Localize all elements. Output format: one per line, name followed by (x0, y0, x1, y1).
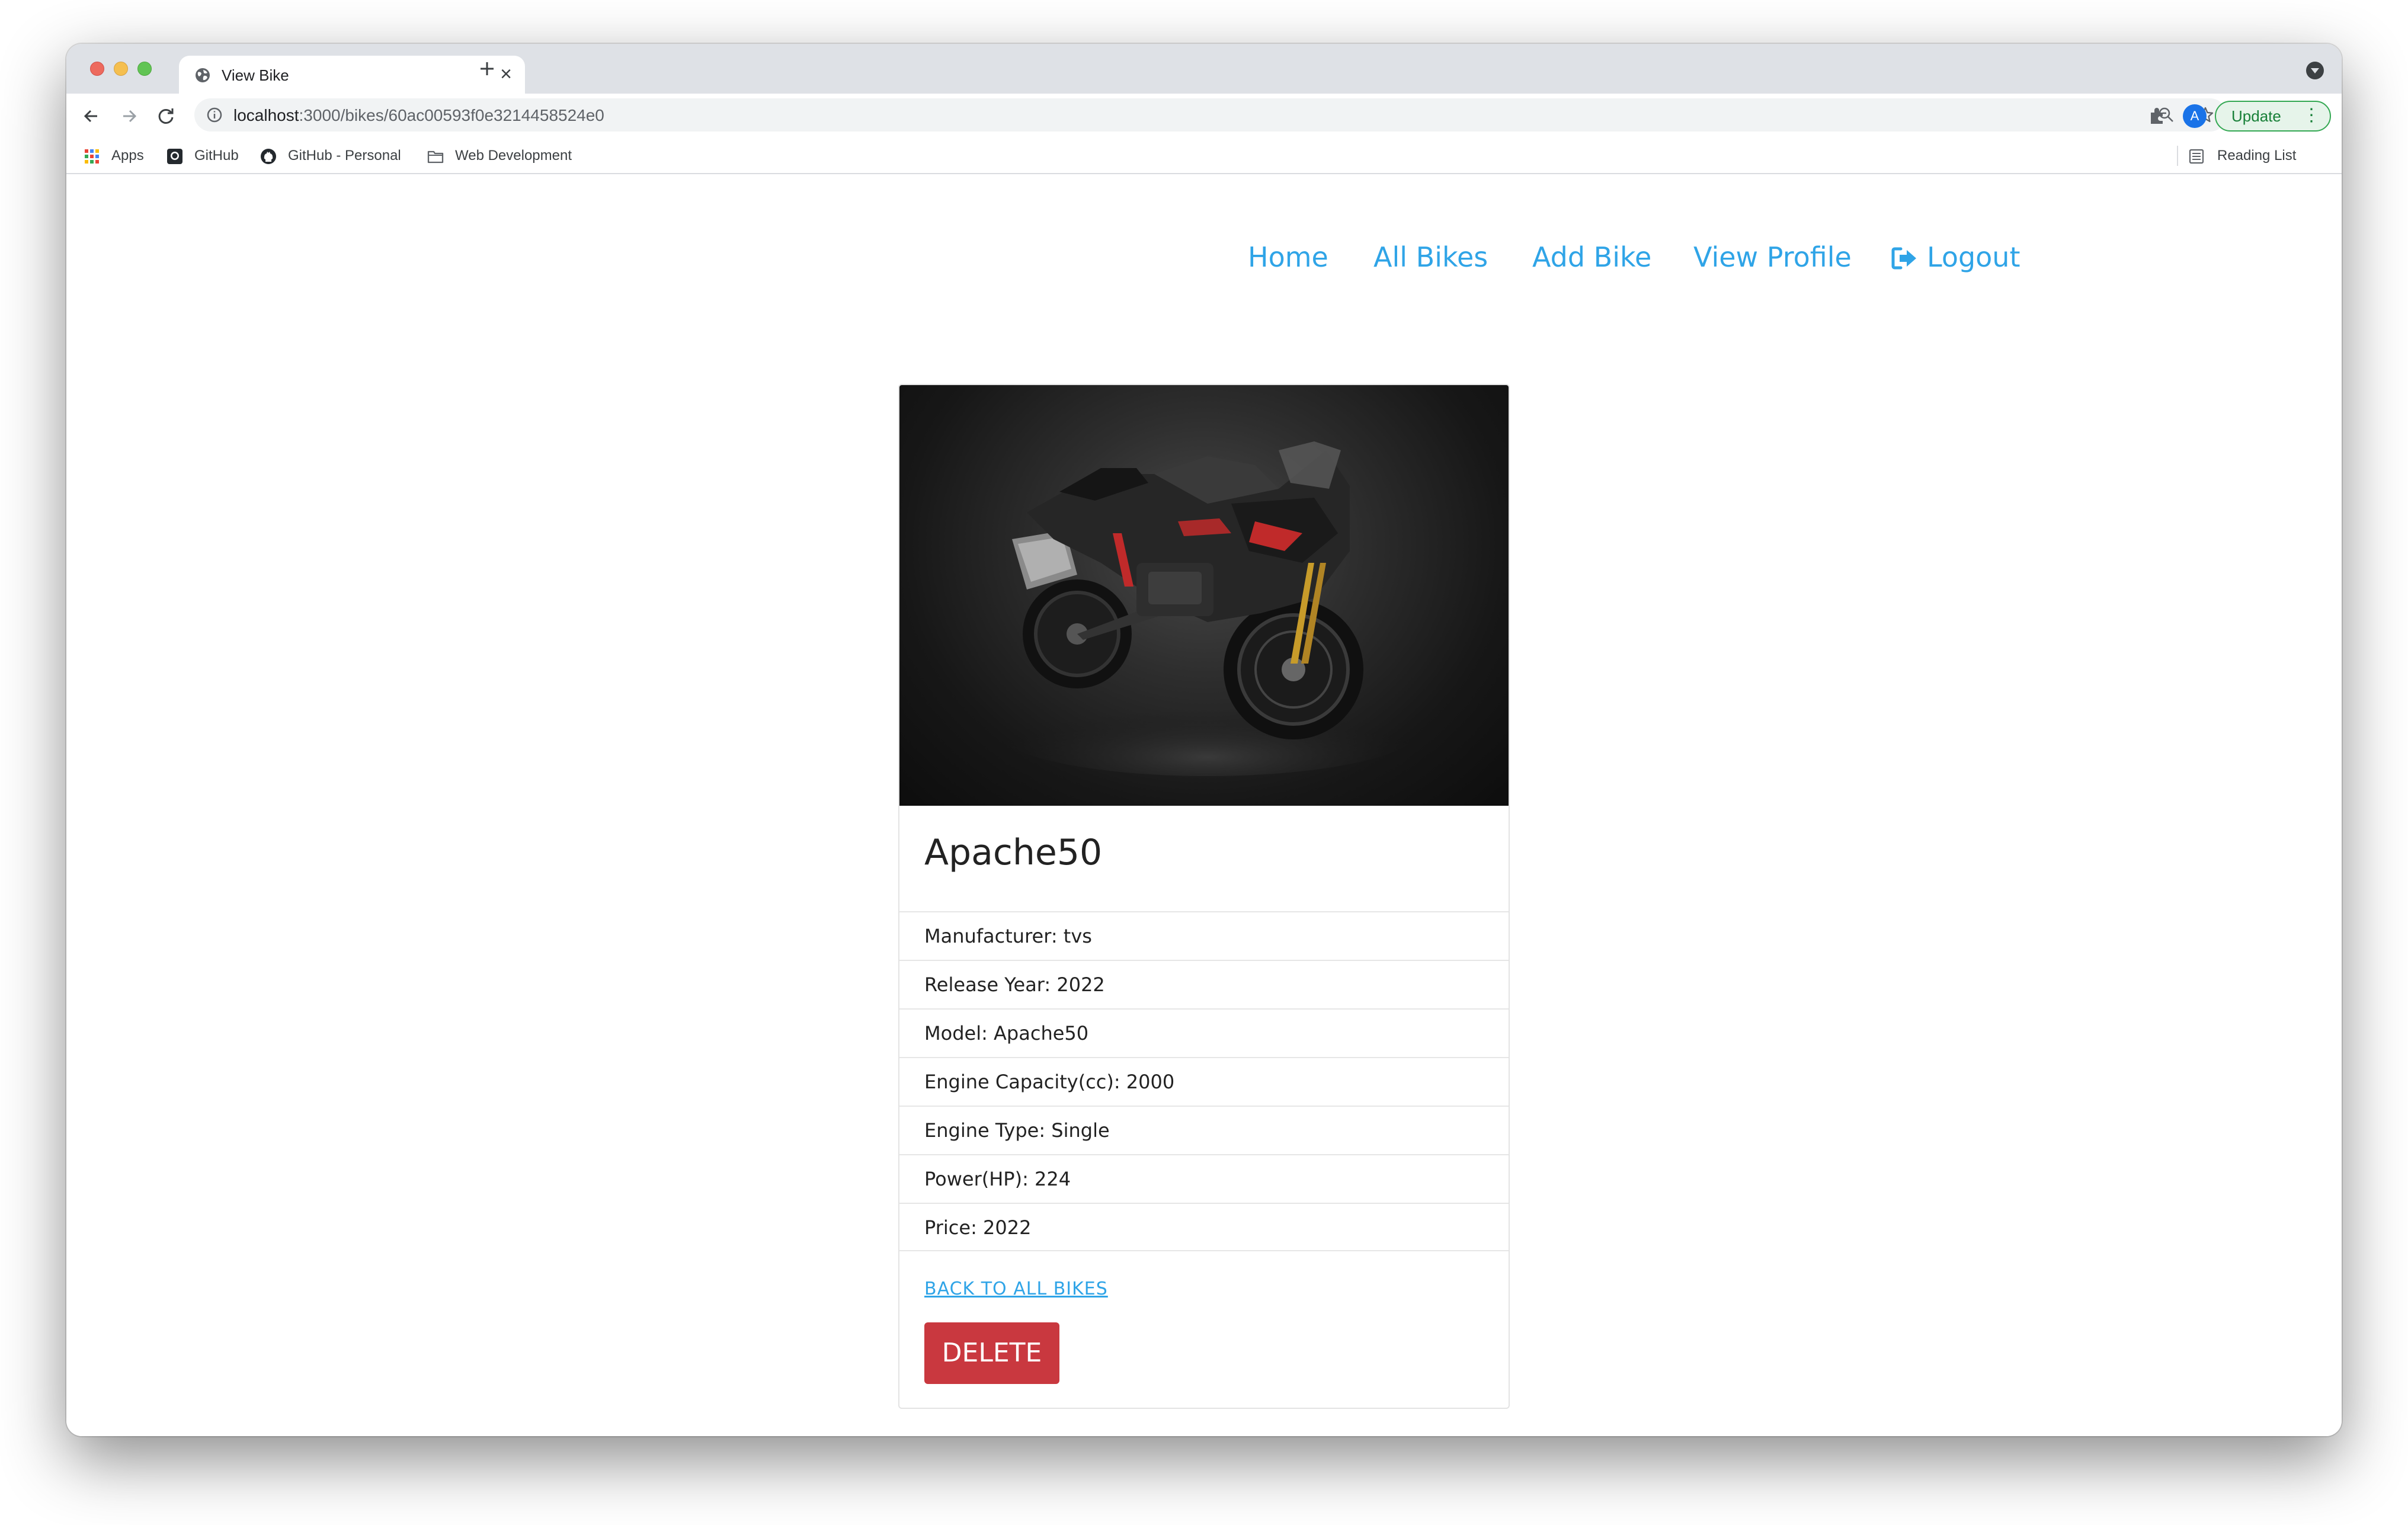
bike-name-heading: Apache50 (924, 832, 1103, 873)
update-chrome-button[interactable]: Update ⋮ (2215, 101, 2331, 132)
bike-detail-card: Apache50 Manufacturer: tvs Release Year:… (898, 384, 1510, 1409)
update-label: Update (2231, 107, 2281, 125)
forward-arrow-icon[interactable] (119, 105, 140, 127)
browser-toolbar: localhost:3000/bikes/60ac00593f0e3214458… (66, 94, 2342, 137)
reload-icon[interactable] (155, 105, 177, 127)
logout-label: Logout (1927, 241, 2020, 273)
minimize-window-button[interactable] (114, 62, 128, 76)
nav-view-profile-link[interactable]: View Profile (1693, 233, 1852, 281)
apps-grid-icon (85, 149, 99, 164)
back-to-all-bikes-link[interactable]: BACK TO ALL BIKES (924, 1279, 1108, 1299)
back-arrow-icon[interactable] (81, 105, 102, 127)
github-square-icon (167, 149, 182, 164)
info-icon[interactable] (206, 107, 223, 123)
nav-all-bikes-link[interactable]: All Bikes (1373, 233, 1488, 281)
bike-image (899, 385, 1509, 806)
bookmark-label: Apps (111, 148, 144, 164)
bookmark-label: GitHub - Personal (288, 148, 401, 164)
bookmark-label: GitHub (194, 148, 239, 164)
tab-title: View Bike (222, 66, 289, 84)
reading-list-label: Reading List (2217, 148, 2297, 164)
bookmark-label: Web Development (455, 148, 572, 164)
tab-search-icon[interactable] (2306, 62, 2324, 79)
github-octocat-icon (261, 149, 276, 164)
folder-icon (427, 150, 444, 164)
spec-power: Power(HP): 224 (899, 1154, 1509, 1203)
bookmarks-divider (2177, 146, 2178, 166)
bookmarks-bar: Apps GitHub GitHub - Personal Web Develo… (66, 137, 2342, 174)
tab-view-bike[interactable]: View Bike × (179, 56, 525, 94)
reading-list-button[interactable]: Reading List (2188, 147, 2324, 165)
tab-strip: View Bike × (66, 44, 2342, 94)
spec-manufacturer: Manufacturer: tvs (899, 911, 1509, 960)
nav-add-bike-link[interactable]: Add Bike (1532, 233, 1651, 281)
spec-engine-type: Engine Type: Single (899, 1106, 1509, 1154)
globe-icon (196, 68, 210, 82)
kebab-menu-icon[interactable]: ⋮ (2303, 102, 2320, 129)
address-bar[interactable]: localhost:3000/bikes/60ac00593f0e3214458… (194, 98, 2227, 132)
spec-engine-capacity: Engine Capacity(cc): 2000 (899, 1057, 1509, 1106)
reading-list-icon (2189, 149, 2204, 164)
spec-model: Model: Apache50 (899, 1008, 1509, 1057)
page-content: Home All Bikes Add Bike View Profile Log… (66, 174, 2342, 1436)
profile-avatar[interactable]: A (2183, 104, 2207, 128)
browser-window: View Bike × localhost:3000/bikes/60ac005… (66, 44, 2342, 1436)
spec-release-year: Release Year: 2022 (899, 960, 1509, 1008)
new-tab-icon[interactable] (475, 57, 499, 81)
sign-out-icon (1891, 247, 1916, 270)
bike-specs-list: Manufacturer: tvs Release Year: 2022 Mod… (899, 911, 1509, 1251)
nav-home-link[interactable]: Home (1248, 233, 1328, 281)
delete-button[interactable]: DELETE (924, 1322, 1059, 1384)
extensions-puzzle-icon[interactable] (2147, 105, 2167, 126)
maximize-window-button[interactable] (137, 62, 152, 76)
close-tab-icon[interactable]: × (500, 64, 512, 84)
close-window-button[interactable] (90, 62, 104, 76)
url-text: localhost:3000/bikes/60ac00593f0e3214458… (233, 106, 604, 124)
spec-price: Price: 2022 (899, 1203, 1509, 1251)
